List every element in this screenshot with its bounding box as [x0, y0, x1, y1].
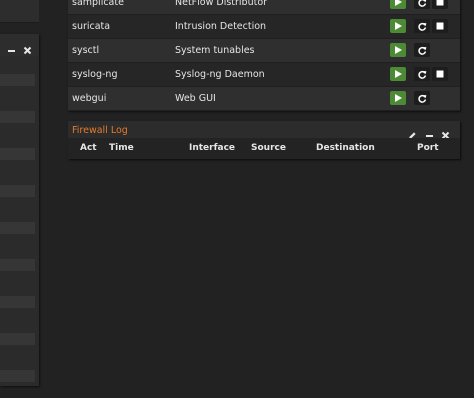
restart-service-button[interactable]	[414, 0, 430, 9]
stop-service-button[interactable]	[432, 19, 448, 33]
service-description: Syslog-ng Daemon	[175, 69, 265, 80]
pencil-icon[interactable]	[408, 125, 417, 139]
table-row: syslog-ng Syslog-ng Daemon	[68, 63, 460, 87]
stop-service-button[interactable]	[432, 67, 448, 81]
service-description: System tunables	[175, 45, 255, 56]
play-icon	[395, 46, 402, 54]
play-icon	[395, 22, 402, 30]
table-row: sysctl System tunables	[68, 39, 460, 63]
firewall-log-column-headers: Act Time Interface Source Destination Po…	[68, 138, 460, 159]
firewall-log-header: Firewall Log	[68, 121, 460, 140]
left-widget-body	[0, 56, 39, 386]
column-header-time: Time	[109, 143, 134, 153]
left-widget	[0, 34, 39, 386]
service-description: NetFlow Distributor	[175, 0, 268, 8]
stop-service-button[interactable]	[432, 0, 448, 9]
start-service-button[interactable]	[390, 19, 406, 33]
service-name: suricata	[72, 21, 111, 32]
stop-icon	[436, 22, 444, 30]
start-service-button[interactable]	[390, 0, 406, 9]
table-row: webgui Web GUI	[68, 87, 460, 111]
column-header-destination: Destination	[316, 143, 375, 153]
column-header-port: Port	[417, 143, 439, 153]
column-header-act: Act	[80, 143, 97, 153]
close-icon[interactable]	[23, 40, 32, 55]
table-row: suricata Intrusion Detection	[68, 15, 460, 39]
column-header-interface: Interface	[189, 143, 236, 153]
minimize-icon[interactable]	[7, 40, 16, 52]
stop-icon	[436, 0, 444, 6]
restart-icon	[417, 22, 426, 31]
restart-service-button[interactable]	[414, 67, 430, 81]
list-item	[0, 259, 35, 271]
list-item	[0, 148, 35, 160]
play-icon	[395, 94, 402, 102]
table-row: samplicate NetFlow Distributor	[68, 0, 460, 15]
start-service-button[interactable]	[390, 91, 406, 105]
minimize-icon[interactable]	[425, 125, 434, 137]
service-description: Web GUI	[175, 93, 216, 104]
list-item	[0, 333, 35, 345]
restart-service-button[interactable]	[414, 43, 430, 57]
firewall-log-widget: Firewall Log Act Time Interface Source D…	[68, 121, 460, 159]
service-name: syslog-ng	[72, 69, 118, 80]
list-item	[0, 296, 35, 308]
list-item	[0, 74, 35, 86]
restart-icon	[417, 46, 426, 55]
restart-service-button[interactable]	[414, 19, 430, 33]
restart-icon	[417, 70, 426, 79]
list-item	[0, 111, 35, 123]
stop-icon	[436, 70, 444, 78]
start-service-button[interactable]	[390, 67, 406, 81]
list-item	[0, 185, 35, 197]
restart-service-button[interactable]	[414, 91, 430, 105]
play-icon	[395, 0, 402, 6]
services-table: samplicate NetFlow Distributor suricata …	[68, 0, 460, 111]
widget-title: Firewall Log	[72, 125, 128, 136]
left-widget-header	[0, 34, 39, 56]
service-name: sysctl	[72, 45, 100, 56]
column-header-source: Source	[251, 143, 286, 153]
service-description: Intrusion Detection	[175, 21, 267, 32]
close-icon[interactable]	[441, 125, 450, 140]
left-widget-top	[0, 0, 39, 23]
service-name: samplicate	[72, 0, 124, 8]
restart-icon	[417, 0, 426, 7]
restart-icon	[417, 94, 426, 103]
list-item	[0, 370, 35, 382]
service-name: webgui	[72, 93, 107, 104]
play-icon	[395, 70, 402, 78]
start-service-button[interactable]	[390, 43, 406, 57]
list-item	[0, 222, 35, 234]
